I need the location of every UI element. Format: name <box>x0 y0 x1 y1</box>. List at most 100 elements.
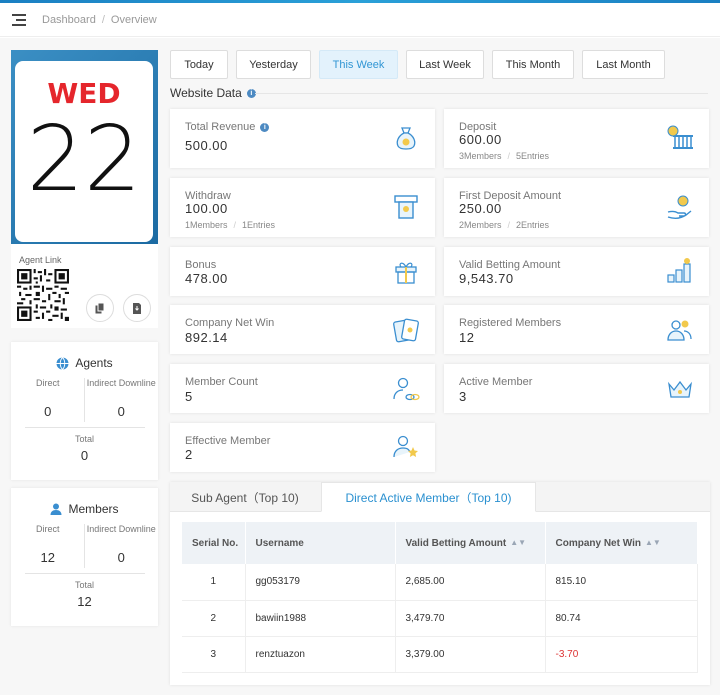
valid-betting-value: 9,543.70 <box>459 271 514 286</box>
active-member-title: Active Member <box>459 376 533 388</box>
card-member-count: Member Count 5 <box>170 364 435 413</box>
members-card: Members Direct 12 Indirect Downline 0 Tota… <box>11 488 158 626</box>
crown-icon <box>668 380 692 398</box>
breadcrumb-overview: Overview <box>110 13 157 26</box>
tab-last-month[interactable]: Last Month <box>582 50 665 79</box>
cell-username: renztuazon <box>245 636 396 673</box>
user-star-icon <box>393 435 418 458</box>
deposit-value: 600.00 <box>459 132 502 147</box>
cell-net-win: 80.74 <box>545 600 698 637</box>
sort-icon[interactable]: ▲▼ <box>510 538 526 547</box>
total-revenue-title: Total Revenue <box>185 121 256 133</box>
col-net-win[interactable]: Company Net Win ▲▼ <box>545 522 698 564</box>
calendar-widget: WED 22 <box>11 50 158 244</box>
tab-this-week[interactable]: This Week <box>319 50 398 79</box>
tab-last-week[interactable]: Last Week <box>406 50 484 79</box>
website-data-title: Website Data i <box>170 86 256 100</box>
copy-icon <box>95 302 105 313</box>
atm-withdraw-icon <box>394 195 418 219</box>
cell-serial: 1 <box>182 564 246 601</box>
active-member-value: 3 <box>459 389 467 404</box>
cell-serial: 2 <box>182 600 246 637</box>
members-indirect-value: 0 <box>117 550 125 565</box>
withdraw-entries: 1Entries <box>242 220 276 230</box>
top-members-panel: Sub Agent（Top 10) Direct Active Member（T… <box>170 482 710 685</box>
bank-deposit-icon <box>667 125 693 149</box>
deposit-members: 3Members <box>459 151 502 161</box>
agents-direct-label: Direct <box>35 378 60 388</box>
bonus-title: Bonus <box>185 259 217 271</box>
card-valid-betting: Valid Betting Amount 9,543.70 <box>444 247 709 296</box>
user-link-icon <box>393 377 420 401</box>
breadcrumb-dashboard[interactable]: Dashboard <box>42 14 96 26</box>
cell-net-win: -3.70 <box>545 636 698 673</box>
coin-stacks-icon <box>667 258 691 283</box>
members-direct-value: 12 <box>40 550 55 565</box>
registered-members-value: 12 <box>459 330 475 345</box>
tab-sub-agent[interactable]: Sub Agent（Top 10) <box>170 482 320 512</box>
col-net-win-label: Company Net Win <box>555 537 641 549</box>
cell-net-win: 815.10 <box>545 564 698 601</box>
info-icon[interactable]: i <box>260 122 270 132</box>
col-username: Username <box>245 522 396 564</box>
calendar-day: 22 <box>26 107 142 212</box>
col-valid-betting[interactable]: Valid Betting Amount ▲▼ <box>395 522 546 564</box>
agents-total-value: 0 <box>80 448 89 463</box>
menu-toggle-icon[interactable] <box>12 13 26 26</box>
header: Dashboard / Overview <box>0 3 720 37</box>
download-icon <box>133 302 141 314</box>
card-deposit: Deposit 600.00 3Members/5Entries <box>444 109 709 168</box>
section-divider <box>255 93 708 94</box>
table-row: 2 bawiin1988 3,479.70 80.74 <box>182 600 698 637</box>
agents-title: Agents <box>75 356 113 370</box>
agents-total-label: Total <box>74 434 94 444</box>
card-bonus: Bonus 478.00 <box>170 247 435 296</box>
globe-icon <box>56 356 69 370</box>
tab-this-month[interactable]: This Month <box>492 50 574 79</box>
agents-indirect-value: 0 <box>117 404 125 419</box>
member-count-value: 5 <box>185 389 193 404</box>
members-title: Members <box>68 502 119 516</box>
card-company-net-win: Company Net Win 892.14 <box>170 305 435 354</box>
agent-link-label: Agent Link <box>19 255 62 265</box>
withdraw-value: 100.00 <box>185 201 228 216</box>
calendar-weekday: WED <box>47 77 121 110</box>
tab-today[interactable]: Today <box>170 50 228 79</box>
withdraw-members: 1Members <box>185 220 228 230</box>
cell-username: bawiin1988 <box>245 600 396 637</box>
table-row: 1 gg053179 2,685.00 815.10 <box>182 564 698 601</box>
members-indirect-label: Indirect Downline <box>86 524 156 534</box>
effective-member-value: 2 <box>185 447 193 462</box>
breadcrumb: Dashboard / Overview <box>42 13 157 26</box>
first-deposit-members: 2Members <box>459 220 502 230</box>
qr-code <box>17 269 69 321</box>
cell-username: gg053179 <box>245 564 396 601</box>
tab-yesterday[interactable]: Yesterday <box>236 50 311 79</box>
company-net-win-title: Company Net Win <box>185 317 275 329</box>
effective-member-title: Effective Member <box>185 435 271 447</box>
sort-icon[interactable]: ▲▼ <box>645 538 661 547</box>
hand-coin-icon <box>667 195 692 220</box>
members-total-value: 12 <box>77 594 92 609</box>
col-valid-betting-label: Valid Betting Amount <box>405 537 507 549</box>
members-direct-label: Direct <box>35 524 60 534</box>
money-bag-icon <box>396 127 416 150</box>
cell-serial: 3 <box>182 636 246 673</box>
card-first-deposit: First Deposit Amount 250.00 2Members/2En… <box>444 178 709 237</box>
download-qr-button[interactable] <box>123 294 151 322</box>
bonus-value: 478.00 <box>185 271 228 286</box>
first-deposit-entries: 2Entries <box>516 220 550 230</box>
tab-direct-active-member[interactable]: Direct Active Member（Top 10) <box>321 482 536 512</box>
card-registered-members: Registered Members 12 <box>444 305 709 354</box>
copy-link-button[interactable] <box>86 294 114 322</box>
group-icon <box>667 320 692 341</box>
company-net-win-value: 892.14 <box>185 330 228 345</box>
deposit-entries: 5Entries <box>516 151 550 161</box>
members-total-label: Total <box>74 580 94 590</box>
gift-icon <box>395 262 417 284</box>
table-tabs: Sub Agent（Top 10) Direct Active Member（T… <box>170 482 710 512</box>
members-table: Serial No. Username Valid Betting Amount… <box>182 522 698 673</box>
agents-card: Agents Direct 0 Indirect Downline 0 Total 0 <box>11 342 158 480</box>
card-effective-member: Effective Member 2 <box>170 423 435 472</box>
col-serial: Serial No. <box>182 522 246 564</box>
